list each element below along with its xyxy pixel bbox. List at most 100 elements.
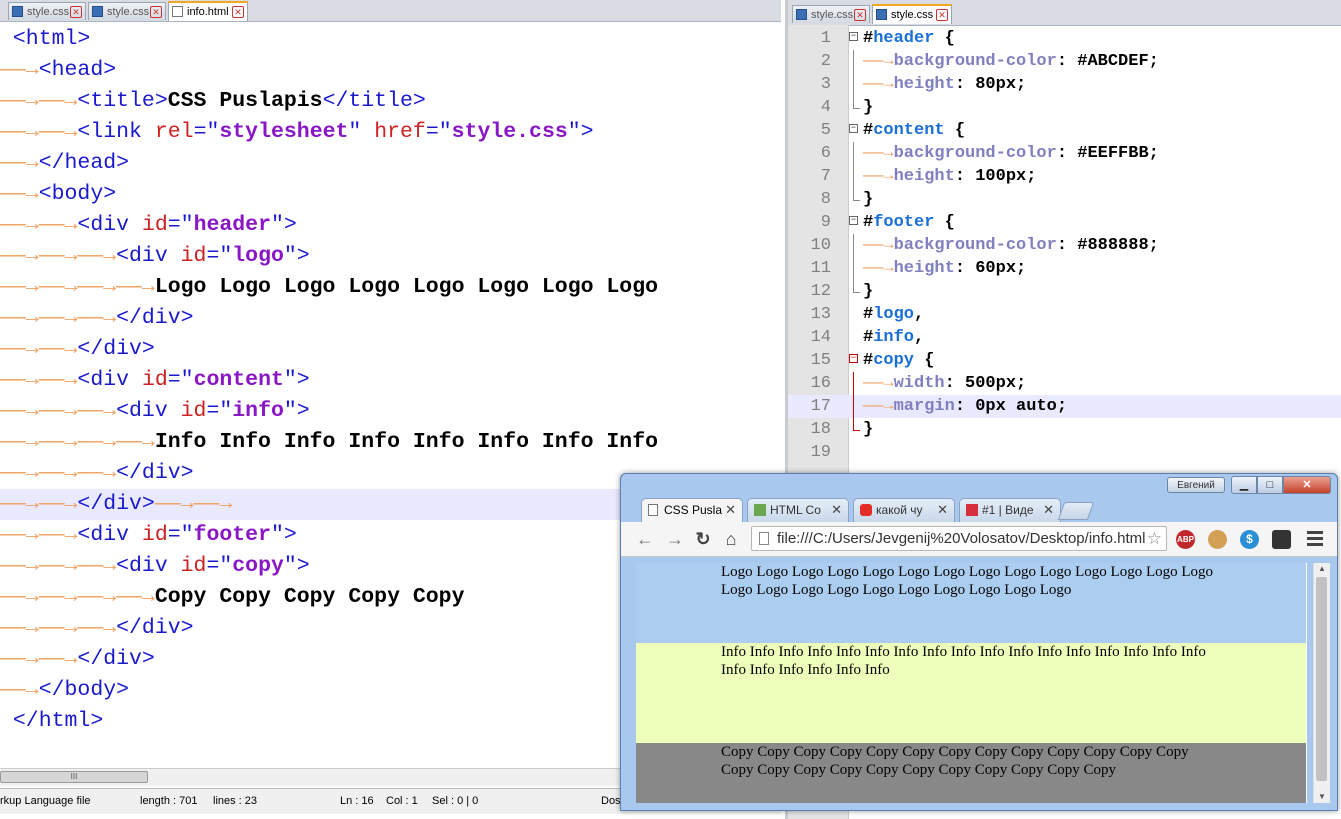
code-line[interactable]: ——→——→——→</div> [0, 458, 658, 489]
dollar-icon[interactable]: $ [1240, 530, 1259, 549]
code-line[interactable]: </html> [0, 706, 658, 737]
tab-style-css-2[interactable]: style.css ✕ [88, 2, 166, 20]
scroll-up-icon[interactable]: ▲ [1314, 563, 1330, 575]
code-text: } [863, 188, 873, 211]
bookmark-star-icon[interactable]: ☆ [1147, 528, 1162, 549]
browser-tab-html-colors[interactable]: HTML Co ✕ [747, 498, 849, 522]
code-line[interactable]: ——→——→</div>——→——→ [0, 489, 659, 520]
code-line[interactable]: <html> [0, 24, 658, 55]
scrollbar-thumb[interactable]: III [0, 771, 148, 783]
fold-toggle-icon[interactable]: − [849, 124, 858, 133]
home-button[interactable]: ⌂ [721, 529, 741, 549]
code-line[interactable]: 6 ——→background-color: #EEFFBB; [788, 142, 1341, 165]
code-line[interactable]: ——→——→——→<div id="logo"> [0, 241, 658, 272]
code-line[interactable]: 9 − #footer { [788, 211, 1341, 234]
tab-info-html[interactable]: info.html ✕ [168, 1, 248, 21]
code-token-tag: <head> [38, 58, 117, 82]
code-text: ——→margin: 0px auto; [863, 395, 1067, 418]
code-line[interactable]: ——→——→——→——→Info Info Info Info Info Inf… [0, 427, 658, 458]
code-line[interactable]: ——→——→——→——→Copy Copy Copy Copy Copy [0, 582, 658, 613]
code-token-punct: ; [1016, 374, 1027, 393]
cookie-icon[interactable] [1208, 530, 1227, 549]
url-text[interactable]: file:///C:/Users/Jevgenij%20Volosatov/De… [777, 527, 1147, 550]
close-icon[interactable]: ✕ [854, 9, 866, 21]
code-token-prop: background-color [893, 144, 1057, 163]
browser-tab-video[interactable]: #1 | Виде ✕ [959, 498, 1061, 522]
close-icon[interactable]: ✕ [1043, 499, 1054, 521]
code-line[interactable]: 19 [788, 441, 1341, 464]
status-length: length : 701 [140, 795, 198, 807]
new-tab-button[interactable] [1057, 502, 1095, 520]
tab-style-css-1[interactable]: style.css ✕ [8, 2, 86, 20]
code-line[interactable]: 1 − #header { [788, 27, 1341, 50]
tab-style-css-inactive[interactable]: style.css ✕ [792, 5, 870, 23]
code-line[interactable]: 3 ——→height: 80px; [788, 73, 1341, 96]
code-line[interactable]: 8} [788, 188, 1341, 211]
code-line[interactable]: 4} [788, 96, 1341, 119]
back-button[interactable]: ← [635, 529, 655, 549]
scroll-down-icon[interactable]: ▼ [1314, 791, 1330, 803]
vertical-scrollbar[interactable]: ▲ ▼ [1313, 563, 1330, 803]
code-text: ——→height: 100px; [863, 165, 1036, 188]
code-line[interactable]: ——→——→<div id="content"> [0, 365, 658, 396]
code-line[interactable]: ——→——→</div> [0, 644, 658, 675]
fold-toggle-icon[interactable]: − [849, 354, 858, 363]
address-bar[interactable]: file:///C:/Users/Jevgenij%20Volosatov/De… [751, 526, 1167, 551]
code-token-tag: </div> [77, 492, 155, 516]
close-icon[interactable]: ✕ [936, 9, 948, 21]
code-line[interactable]: ——→——→<div id="header"> [0, 210, 658, 241]
abp-icon[interactable]: ABP [1176, 530, 1195, 549]
line-number: 7 [820, 167, 831, 186]
user-profile-button[interactable]: Евгений [1167, 477, 1225, 493]
code-line[interactable]: 13 #logo, [788, 303, 1341, 326]
code-token-prop: width [893, 374, 945, 393]
css-code-area[interactable]: 1− #header {2 ——→background-color: #ABCDEF… [788, 27, 1341, 464]
code-line[interactable]: ——→——→<title>CSS Puslapis</title> [0, 86, 658, 117]
code-line[interactable]: 15 − #copy { [788, 349, 1341, 372]
code-line[interactable]: 11 ——→height: 60px; [788, 257, 1341, 280]
browser-tab-css-puslapis[interactable]: CSS Pusla ✕ [641, 498, 743, 522]
maximize-button[interactable]: □ [1257, 476, 1283, 494]
fold-toggle-icon[interactable]: − [849, 32, 858, 41]
close-icon[interactable]: ✕ [70, 6, 82, 18]
code-line[interactable]: 16 ——→width: 500px; [788, 372, 1341, 395]
close-icon[interactable]: ✕ [150, 6, 162, 18]
fold-toggle-icon[interactable]: − [849, 216, 858, 225]
forward-button[interactable]: → [665, 529, 685, 549]
code-line[interactable]: ——→——→——→<div id="info"> [0, 396, 658, 427]
close-icon[interactable]: ✕ [831, 499, 842, 521]
tab-style-css-active[interactable]: style.css ✕ [872, 4, 952, 24]
code-line[interactable]: ——→——→——→<div id="copy"> [0, 551, 658, 582]
code-line[interactable]: ——→——→<div id="footer"> [0, 520, 658, 551]
browser-tab-youtube[interactable]: какой чу ✕ [853, 498, 955, 522]
code-line[interactable]: 10 ——→background-color: #888888; [788, 234, 1341, 257]
code-line[interactable]: 2 ——→background-color: #ABCDEF; [788, 50, 1341, 73]
code-token-tag: =" [167, 523, 194, 547]
code-line[interactable]: ——→——→——→</div> [0, 613, 658, 644]
code-line[interactable]: 14 #info, [788, 326, 1341, 349]
code-line[interactable]: 17 ——→margin: 0px auto; [788, 395, 1341, 418]
code-line[interactable]: ——→——→——→</div> [0, 303, 658, 334]
scrollbar-thumb[interactable] [1316, 577, 1327, 781]
code-line[interactable]: 12} [788, 280, 1341, 303]
code-line[interactable]: 7 ——→height: 100px; [788, 165, 1341, 188]
close-icon[interactable]: ✕ [725, 499, 736, 521]
close-icon[interactable]: ✕ [232, 6, 244, 18]
close-window-button[interactable]: ✕ [1283, 476, 1331, 494]
code-line[interactable]: ——→<head> [0, 55, 658, 86]
menu-icon[interactable] [1307, 531, 1323, 547]
minimize-button[interactable]: ▁ [1231, 476, 1257, 494]
code-line[interactable]: ——→</head> [0, 148, 658, 179]
code-line[interactable]: ——→——→——→——→Logo Logo Logo Logo Logo Log… [0, 272, 658, 303]
code-line[interactable]: ——→<body> [0, 179, 658, 210]
close-icon[interactable]: ✕ [937, 499, 948, 521]
glasses-icon[interactable] [1272, 530, 1291, 549]
code-line[interactable]: ——→——→</div> [0, 334, 658, 365]
code-line[interactable]: 18} [788, 418, 1341, 441]
code-line[interactable]: ——→——→<link rel="stylesheet" href="style… [0, 117, 658, 148]
tab-label: style.css [107, 6, 150, 18]
reload-button[interactable]: ↻ [693, 529, 713, 549]
code-line[interactable]: ——→</body> [0, 675, 658, 706]
html-code-area[interactable]: <html> ——→<head> ——→——→<title>CSS Puslapis… [0, 24, 659, 737]
code-line[interactable]: 5 − #content { [788, 119, 1341, 142]
